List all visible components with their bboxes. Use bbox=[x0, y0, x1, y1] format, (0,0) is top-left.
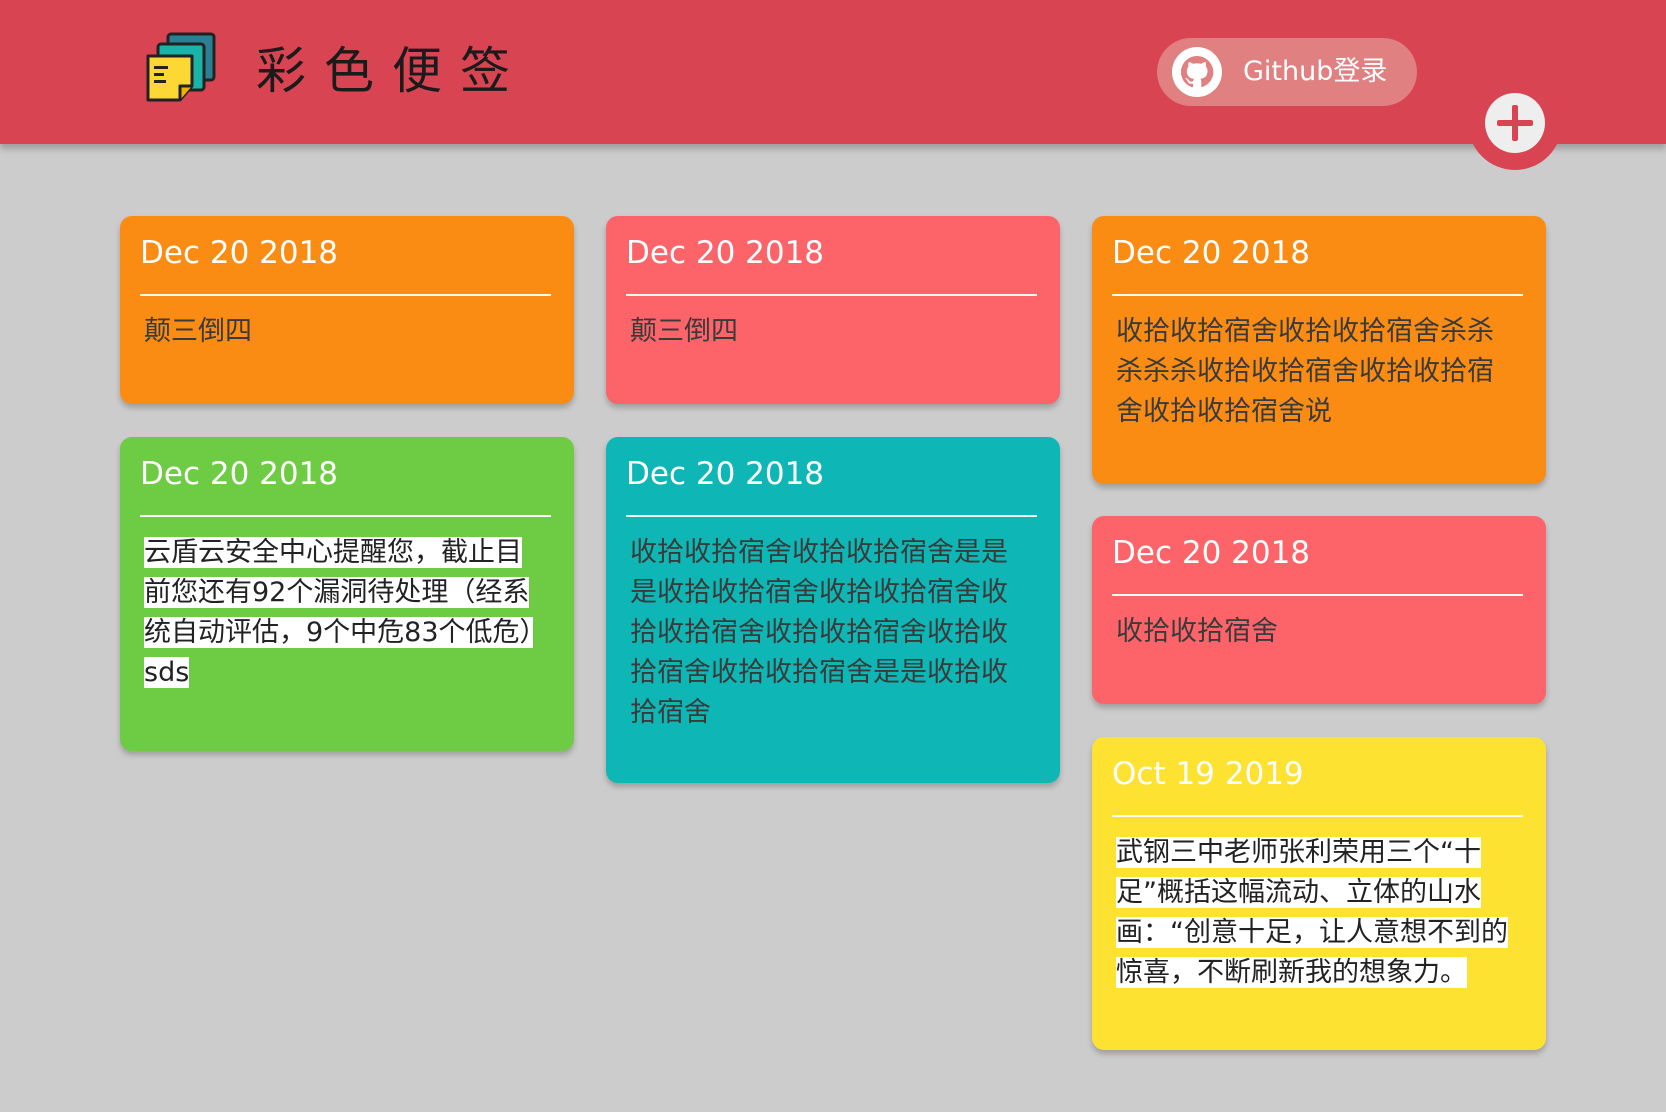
note-date: Dec 20 2018 bbox=[140, 235, 339, 271]
note-text: 云盾云安全中心提醒您，截止目前您还有92个漏洞待处理（经系统自动评估，9个中危8… bbox=[140, 533, 536, 693]
add-note-button[interactable] bbox=[1468, 76, 1562, 170]
note-date: Dec 20 2018 bbox=[140, 456, 339, 492]
note-date: Dec 20 2018 bbox=[626, 456, 825, 492]
github-icon bbox=[1172, 47, 1222, 97]
note-text: 颠三倒四 bbox=[144, 316, 252, 347]
note-card[interactable]: Oct 19 2019 武钢三中老师张利荣用三个“十足”概括这幅流动、立体的山水… bbox=[1092, 737, 1546, 1050]
note-date: Dec 20 2018 bbox=[1112, 235, 1311, 271]
note-divider bbox=[1112, 594, 1523, 596]
note-date: Dec 20 2018 bbox=[1112, 535, 1311, 571]
note-divider bbox=[626, 515, 1037, 517]
note-card[interactable]: Dec 20 2018 云盾云安全中心提醒您，截止目前您还有92个漏洞待处理（经… bbox=[120, 437, 574, 751]
note-card[interactable]: Dec 20 2018 收拾收拾宿舍 bbox=[1092, 516, 1546, 704]
note-text: 收拾收拾宿舍 bbox=[1116, 616, 1278, 647]
highlighted-text: 云盾云安全中心提醒您，截止目前您还有92个漏洞待处理（经系统自动评估，9个中危8… bbox=[144, 537, 534, 688]
note-text: 收拾收拾宿舍收拾收拾宿舍杀杀杀杀杀收拾收拾宿舍收拾收拾宿舍收拾收拾宿舍说 bbox=[1116, 316, 1494, 427]
note-date: Dec 20 2018 bbox=[626, 235, 825, 271]
note-divider bbox=[140, 294, 551, 296]
note-text: 收拾收拾宿舍收拾收拾宿舍是是是收拾收拾宿舍收拾收拾宿舍收拾收拾宿舍收拾收拾宿舍收… bbox=[630, 537, 1008, 728]
note-text: 武钢三中老师张利荣用三个“十足”概括这幅流动、立体的山水画：“创意十足，让人意想… bbox=[1112, 833, 1524, 993]
note-card[interactable]: Dec 20 2018 颠三倒四 bbox=[606, 216, 1060, 404]
plus-icon bbox=[1485, 93, 1545, 153]
github-login-button[interactable]: Github登录 bbox=[1157, 38, 1417, 106]
note-divider bbox=[140, 515, 551, 517]
note-card[interactable]: Dec 20 2018 收拾收拾宿舍收拾收拾宿舍是是是收拾收拾宿舍收拾收拾宿舍收… bbox=[606, 437, 1060, 783]
app-title: 彩色便签 bbox=[256, 42, 528, 100]
note-divider bbox=[1112, 815, 1523, 817]
note-text: 颠三倒四 bbox=[630, 316, 738, 347]
header-bar: 彩色便签 Github登录 bbox=[0, 0, 1666, 144]
note-card[interactable]: Dec 20 2018 颠三倒四 bbox=[120, 216, 574, 404]
note-divider bbox=[1112, 294, 1523, 296]
login-label: Github登录 bbox=[1243, 56, 1388, 87]
note-date: Oct 19 2019 bbox=[1112, 756, 1304, 792]
note-divider bbox=[626, 294, 1037, 296]
note-card[interactable]: Dec 20 2018 收拾收拾宿舍收拾收拾宿舍杀杀杀杀杀收拾收拾宿舍收拾收拾宿… bbox=[1092, 216, 1546, 484]
sticky-notes-logo-icon bbox=[144, 30, 222, 114]
highlighted-text: 武钢三中老师张利荣用三个“十足”概括这幅流动、立体的山水画：“创意十足，让人意想… bbox=[1116, 837, 1508, 988]
